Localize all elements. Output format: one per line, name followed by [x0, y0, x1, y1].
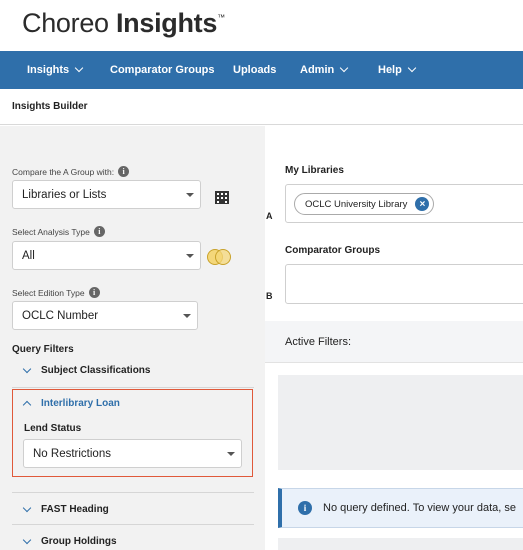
compare-label-text: Compare the A Group with: [12, 166, 115, 177]
nav-insights-label: Insights [27, 64, 70, 76]
nav-uploads[interactable]: Uploads [233, 64, 276, 76]
group-a-letter: A [266, 211, 273, 221]
caret-down-icon [227, 451, 235, 456]
info-icon[interactable]: i [93, 226, 105, 237]
app-logo: Choreo Insights™ [22, 8, 225, 44]
nav-comparator-groups[interactable]: Comparator Groups [110, 64, 215, 76]
chevron-down-icon [22, 503, 32, 512]
my-libraries-input[interactable]: OCLC University Library × [285, 184, 523, 223]
divider [12, 524, 254, 525]
fast-heading-label: FAST Heading [41, 503, 109, 515]
caret-down-icon [186, 192, 194, 197]
edition-label: Select Edition Type i [12, 287, 100, 298]
accordion-group-holdings[interactable]: Group Holdings [12, 534, 254, 548]
nav-comparator-groups-label: Comparator Groups [110, 64, 215, 76]
chevron-down-icon [339, 63, 349, 73]
library-chip: OCLC University Library × [294, 193, 435, 215]
analysis-label-text: Select Analysis Type [12, 226, 90, 237]
main-navbar: Insights Comparator Groups Uploads Admin… [0, 51, 523, 89]
nav-help[interactable]: Help [378, 63, 417, 76]
nav-insights[interactable]: Insights [27, 63, 84, 76]
comparator-groups-input[interactable] [285, 264, 523, 304]
divider [12, 387, 254, 388]
brand-name-bold: Insights [115, 8, 218, 38]
edition-label-text: Select Edition Type [12, 287, 85, 298]
nav-help-label: Help [378, 64, 402, 76]
edition-select-value: OCLC Number [22, 309, 99, 322]
nav-uploads-label: Uploads [233, 64, 277, 76]
accordion-subject-classifications[interactable]: Subject Classifications [12, 363, 254, 377]
accordion-interlibrary-loan[interactable]: Interlibrary Loan [12, 396, 254, 410]
library-chip-label: OCLC University Library [305, 198, 408, 210]
subject-label: Subject Classifications [41, 364, 151, 376]
info-icon: i [298, 501, 312, 515]
notice-text: No query defined. To view your data, se [323, 502, 517, 514]
compare-label: Compare the A Group with: i [12, 166, 130, 177]
building-icon[interactable] [214, 190, 230, 205]
analysis-select[interactable]: All [12, 241, 201, 270]
nav-admin-label: Admin [300, 64, 335, 76]
venn-icon[interactable] [206, 248, 232, 266]
lend-status-value: No Restrictions [33, 447, 111, 460]
remove-chip-icon[interactable]: × [415, 197, 430, 211]
group-holdings-label: Group Holdings [41, 535, 117, 547]
chevron-down-icon [22, 364, 32, 373]
analysis-label: Select Analysis Type i [12, 226, 105, 237]
compare-select-value: Libraries or Lists [22, 188, 107, 201]
accordion-fast-heading[interactable]: FAST Heading [12, 502, 254, 516]
chevron-down-icon [407, 63, 417, 73]
chevron-down-icon [22, 535, 32, 544]
chevron-up-icon [22, 400, 32, 409]
interlibrary-label: Interlibrary Loan [41, 397, 120, 409]
analysis-select-value: All [22, 249, 35, 262]
my-libraries-label: My Libraries [285, 165, 344, 176]
lend-status-select[interactable]: No Restrictions [23, 439, 242, 468]
brand-name-light: Choreo [22, 8, 116, 38]
caret-down-icon [186, 253, 194, 258]
active-filters-label: Active Filters: [285, 336, 352, 348]
trademark: ™ [217, 13, 225, 22]
lend-status-label: Lend Status [24, 423, 82, 434]
caret-down-icon [183, 313, 191, 318]
comparator-groups-label: Comparator Groups [285, 245, 381, 256]
results-area [278, 538, 523, 550]
chevron-down-icon [74, 63, 84, 73]
no-query-notice: i No query defined. To view your data, s… [278, 488, 523, 528]
filters-placeholder-area [278, 375, 523, 470]
nav-admin[interactable]: Admin [300, 63, 349, 76]
info-icon[interactable]: i [88, 287, 100, 298]
group-b-letter: B [266, 291, 273, 301]
query-filters-title: Query Filters [12, 344, 74, 355]
page-title: Insights Builder [12, 101, 88, 112]
active-filters-bar: Active Filters: [265, 321, 523, 363]
info-icon[interactable]: i [118, 166, 130, 177]
compare-select[interactable]: Libraries or Lists [12, 180, 201, 209]
page-subheader: Insights Builder [0, 89, 523, 125]
divider [12, 492, 254, 493]
edition-select[interactable]: OCLC Number [12, 301, 198, 330]
